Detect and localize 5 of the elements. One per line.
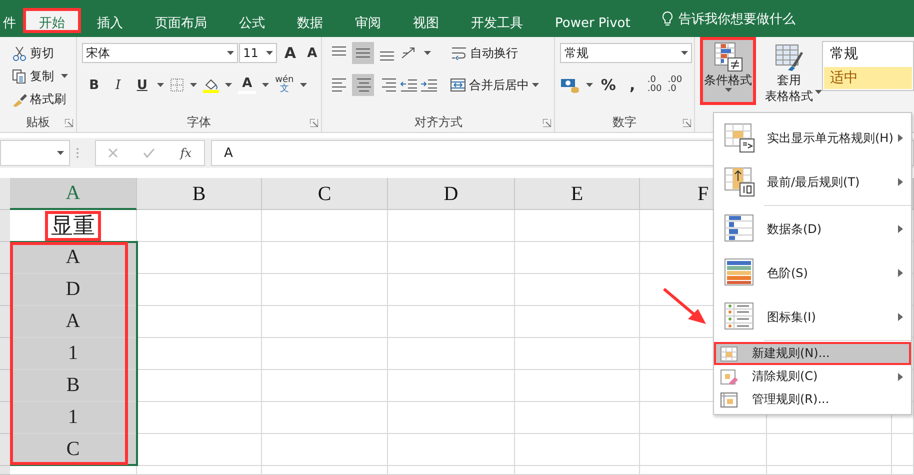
group-label: 数字 [612,114,638,131]
highlight-frame: 显重 [45,210,101,240]
group-label: 字体 [186,114,212,131]
group-label: 贴板 [25,114,52,131]
group-label: 对齐方式 [413,114,464,131]
